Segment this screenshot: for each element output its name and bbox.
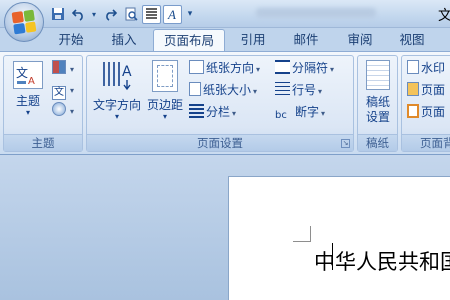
themes-icon: 文A xyxy=(13,61,43,89)
text-direction-button[interactable]: A 文字方向 ▾ xyxy=(91,60,143,121)
theme-fonts-dropdown-icon: ▾ xyxy=(70,86,75,95)
page-color-button[interactable]: 页面 xyxy=(407,81,445,99)
svg-text:A: A xyxy=(167,7,176,21)
undo-dropdown-icon[interactable]: ▾ xyxy=(90,5,98,24)
tab-review[interactable]: 审阅 xyxy=(339,29,381,52)
hyphenation-label: 断字 xyxy=(295,105,320,119)
columns-icon xyxy=(189,104,204,118)
page-setup-dialog-launcher-icon[interactable]: ↘ xyxy=(341,139,350,148)
page-border-label: 页面 xyxy=(421,105,446,119)
themes-button-label: 主题 xyxy=(15,94,40,108)
text-direction-icon: A xyxy=(100,60,134,92)
margins-icon xyxy=(152,60,178,92)
office-button[interactable] xyxy=(4,2,44,42)
quick-access-toolbar: ▾ A ▾ xyxy=(48,4,196,24)
theme-fonts-button[interactable]: 文 ▾ xyxy=(52,80,75,100)
text-direction-label: 文字方向 xyxy=(92,98,141,112)
manuscript-label-line1: 稿纸 xyxy=(365,95,390,109)
page-border-icon xyxy=(407,104,419,118)
group-manuscript-label: 稿纸 xyxy=(358,134,397,151)
tab-references[interactable]: 引用 xyxy=(232,29,274,52)
title-bar: ▾ A ▾ 文 xyxy=(0,0,450,28)
print-preview-icon[interactable] xyxy=(121,5,140,24)
group-page-setup: A 文字方向 ▾ 页边距 ▾ 纸张方向 ▾ 纸张大小 ▾ 分栏 ▾ 分隔符 ▾ 行号 ▾ xyxy=(86,55,354,152)
tab-view[interactable]: 视图 xyxy=(391,29,433,52)
svg-text:A: A xyxy=(122,64,132,80)
document-page[interactable] xyxy=(228,176,450,300)
theme-colors-icon xyxy=(52,60,66,74)
columns-label: 分栏 xyxy=(206,105,231,119)
line-numbers-icon xyxy=(275,82,290,96)
line-numbers-button[interactable]: 行号 ▾ xyxy=(275,81,322,99)
theme-fonts-icon: 文 xyxy=(52,86,66,100)
group-themes-label: 主题 xyxy=(4,134,82,151)
columns-dropdown-icon: ▾ xyxy=(232,109,237,118)
group-themes: 文A 主题 ▾ ▾ 文 ▾ ▾ 主题 xyxy=(3,55,83,152)
office-logo-icon xyxy=(11,9,37,35)
size-button[interactable]: 纸张大小 ▾ xyxy=(189,81,257,99)
hyphenation-dropdown-icon: ▾ xyxy=(321,109,326,118)
size-label: 纸张大小 xyxy=(203,83,252,97)
orientation-dropdown-icon: ▾ xyxy=(256,65,261,74)
redo-icon[interactable] xyxy=(100,5,119,24)
text-cursor xyxy=(332,243,333,270)
group-page-setup-label: 页面设置 xyxy=(87,134,353,151)
hyphenation-button[interactable]: bc 断字 ▾ xyxy=(275,103,325,121)
theme-effects-dropdown-icon: ▾ xyxy=(70,107,75,116)
tab-insert[interactable]: 插入 xyxy=(103,29,145,52)
page-color-icon xyxy=(407,82,419,96)
undo-icon[interactable] xyxy=(69,5,88,24)
margins-button[interactable]: 页边距 ▾ xyxy=(143,60,187,121)
manuscript-setup-button[interactable]: 稿纸 设置 xyxy=(359,60,397,124)
theme-colors-button[interactable]: ▾ xyxy=(52,59,74,77)
columns-button[interactable]: 分栏 ▾ xyxy=(189,103,236,121)
font-style-icon[interactable]: A xyxy=(163,4,182,24)
manuscript-icon xyxy=(366,60,390,90)
themes-dropdown-icon: ▾ xyxy=(25,108,30,117)
ribbon: 文A 主题 ▾ ▾ 文 ▾ ▾ 主题 A 文字方向 ▾ 页边距 ▾ 纸张方向 ▾… xyxy=(0,51,450,155)
breaks-label: 分隔符 xyxy=(292,61,329,75)
manuscript-label-line2: 设置 xyxy=(365,110,390,124)
margin-corner-mark xyxy=(293,226,311,242)
save-icon[interactable] xyxy=(48,5,67,24)
svg-text:A: A xyxy=(28,76,35,87)
tab-home[interactable]: 开始 xyxy=(50,29,92,52)
size-icon xyxy=(189,82,201,96)
line-numbers-dropdown-icon: ▾ xyxy=(318,87,323,96)
watermark-icon xyxy=(407,60,419,74)
theme-colors-dropdown-icon: ▾ xyxy=(70,65,75,74)
themes-button[interactable]: 文A 主题 ▾ xyxy=(7,61,49,117)
customize-qat-icon[interactable]: ▾ xyxy=(184,5,196,24)
document-text[interactable]: 中华人民共和国 xyxy=(314,246,450,276)
tab-mailings[interactable]: 邮件 xyxy=(285,29,327,52)
size-dropdown-icon: ▾ xyxy=(253,87,258,96)
blurred-title xyxy=(256,8,376,18)
group-page-background: 水印 页面 页面 页面背 xyxy=(401,55,450,152)
line-numbers-label: 行号 xyxy=(292,83,317,97)
window-title: 文 xyxy=(438,8,450,24)
watermark-button[interactable]: 水印 xyxy=(407,59,445,77)
ribbon-tab-bar: 开始 插入 页面布局 引用 邮件 审阅 视图 xyxy=(0,28,450,52)
group-manuscript: 稿纸 设置 稿纸 xyxy=(357,55,398,152)
orientation-label: 纸张方向 xyxy=(206,61,255,75)
text-direction-dropdown-icon: ▾ xyxy=(114,112,119,121)
hyphenation-icon: bc xyxy=(275,110,287,121)
svg-text:文: 文 xyxy=(16,65,28,80)
breaks-button[interactable]: 分隔符 ▾ xyxy=(275,59,334,77)
tab-page-layout[interactable]: 页面布局 xyxy=(153,29,225,52)
watermark-label: 水印 xyxy=(421,61,446,75)
breaks-dropdown-icon: ▾ xyxy=(330,65,335,74)
page-color-label: 页面 xyxy=(421,83,446,97)
theme-effects-button[interactable]: ▾ xyxy=(52,101,74,119)
page-border-button[interactable]: 页面 xyxy=(407,103,445,121)
breaks-icon xyxy=(275,60,290,74)
align-icon[interactable] xyxy=(142,4,161,24)
theme-effects-icon xyxy=(52,102,66,116)
orientation-button[interactable]: 纸张方向 ▾ xyxy=(189,59,260,77)
orientation-icon xyxy=(189,60,204,74)
margins-label: 页边距 xyxy=(146,98,183,112)
group-page-background-label: 页面背 xyxy=(402,134,450,151)
margins-dropdown-icon: ▾ xyxy=(162,112,167,121)
